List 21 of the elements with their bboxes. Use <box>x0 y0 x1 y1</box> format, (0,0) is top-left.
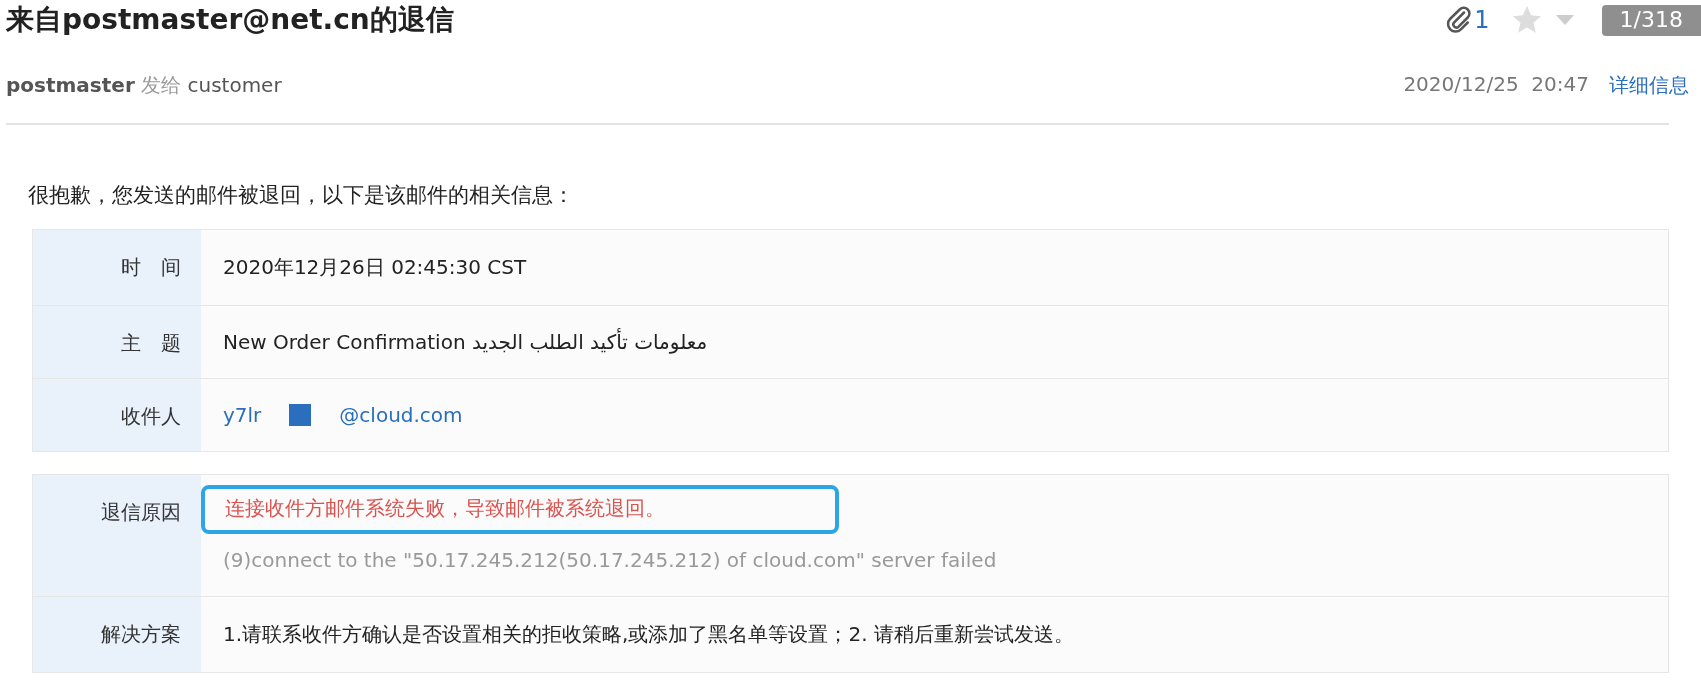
row-label: 退信原因 <box>33 475 201 596</box>
row-value: New Order Confirmation معلومات تأكيد الطلب الجديد <box>223 330 708 354</box>
page-counter: 1/318 <box>1601 4 1701 36</box>
row-label: 解决方案 <box>33 597 201 672</box>
row-label: 收件人 <box>33 379 201 451</box>
details-link[interactable]: 详细信息 <box>1609 72 1689 99</box>
row-label: 时 间 <box>33 230 201 305</box>
recipient-domain[interactable]: @cloud.com <box>339 403 463 427</box>
intro-text: 很抱歉，您发送的邮件被退回，以下是该邮件的相关信息： <box>28 182 575 209</box>
row-value: 1.请联系收件方确认是否设置相关的拒收策略,或添加了黑名单等设置；2. 请稍后重新尝试发送。 <box>223 622 1074 646</box>
row-label: 主 题 <box>33 306 201 378</box>
attachment-count[interactable]: 1 <box>1474 6 1490 34</box>
bounce-reason: 连接收件方邮件系统失败，导致邮件被系统退回。 <box>201 485 839 534</box>
recipient-address[interactable]: y7lr <box>223 403 262 427</box>
date-text: 2020/12/25 20:47 <box>1403 72 1589 98</box>
row-value: 2020年12月26日 02:45:30 CST <box>223 255 527 279</box>
error-detail: (9)connect to the "50.17.245.212(50.17.245.212) of cloud.com" server failed <box>223 548 997 572</box>
email-subject: 来自postmaster@net.cn的退信 <box>6 2 454 38</box>
redaction-mark <box>289 404 312 426</box>
caret-icon[interactable] <box>1553 13 1576 27</box>
sender-line: postmaster 发给 customer <box>6 72 282 99</box>
